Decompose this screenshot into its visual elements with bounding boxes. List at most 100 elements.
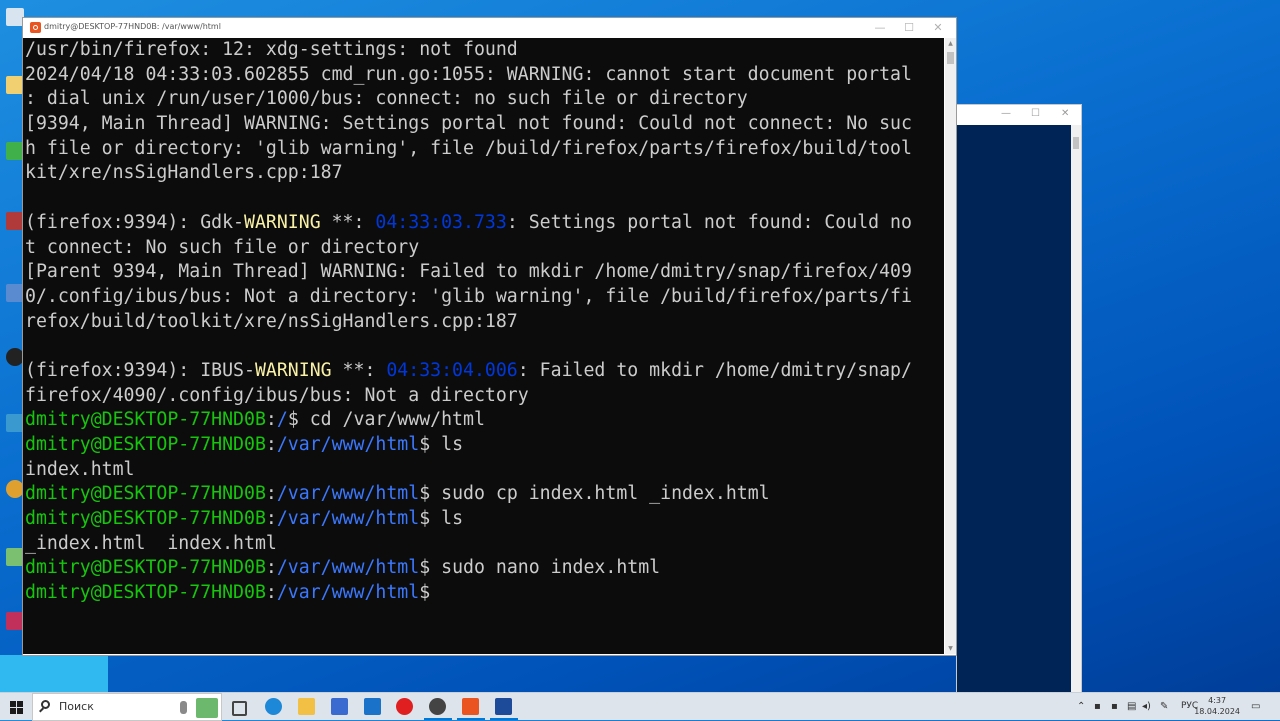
terminal-output[interactable]: /usr/bin/firefox: 12: xdg-settings: not … — [23, 38, 944, 654]
terminal-text-segment: WARNING — [244, 211, 321, 233]
terminal-line: dmitry@DESKTOP-77HND0B:/var/www/html$ su… — [23, 556, 912, 581]
yandex-icon[interactable] — [396, 698, 413, 715]
terminal-line: dmitry@DESKTOP-77HND0B:/var/www/html$ su… — [23, 482, 912, 507]
ubuntu-icon — [30, 22, 41, 33]
network-icon[interactable]: ▤ — [1127, 701, 1136, 712]
store-icon[interactable] — [331, 698, 348, 715]
terminal-text-segment: h file or directory: 'glib warning', fil… — [25, 137, 912, 159]
scroll-down-icon[interactable]: ▼ — [945, 643, 956, 654]
terminal-line: /usr/bin/firefox: 12: xdg-settings: not … — [23, 38, 912, 63]
terminal-text-segment: dmitry@DESKTOP-77HND0B — [25, 582, 266, 604]
maximize-button[interactable]: ☐ — [895, 20, 923, 36]
edge-icon[interactable] — [265, 698, 282, 715]
cortana-icon[interactable] — [196, 698, 218, 718]
terminal-line: (firefox:9394): IBUS-WARNING **: 04:33:0… — [23, 359, 912, 384]
terminal-line: index.html — [23, 458, 912, 483]
terminal-line: h file or directory: 'glib warning', fil… — [23, 137, 912, 162]
terminal-text-segment: kit/xre/nsSigHandlers.cpp:187 — [25, 162, 343, 184]
terminal-text-segment: WARNING — [254, 359, 332, 381]
terminal-text-segment: **: — [331, 359, 387, 381]
search-placeholder: Поиск — [59, 700, 94, 713]
terminal-text-segment: 2024/04/18 04:33:03.602855 cmd_run.go:10… — [25, 63, 912, 85]
background-window-titlebar[interactable]: — ☐ ✕ — [957, 105, 1081, 125]
tray-chevron-icon[interactable]: ⌃ — [1077, 701, 1085, 712]
volume-icon[interactable]: ◂) — [1142, 701, 1151, 712]
terminal-text-segment: / — [276, 409, 288, 431]
terminal-text-segment: dmitry@DESKTOP-77HND0B — [25, 508, 266, 530]
terminal-line: firefox/4090/.config/ibus/bus: Not a dir… — [23, 384, 912, 409]
taskbar: Поиск ⌃ ▪ ▪ ▤ ◂) ✎ РУС 4:37 18.04.2024 ▭ — [0, 692, 1280, 721]
terminal-text-segment: 04:33:04.006 — [386, 359, 518, 381]
ubuntu-taskbar-icon[interactable] — [462, 698, 479, 715]
notifications-icon[interactable]: ▭ — [1251, 701, 1260, 712]
terminal-text-segment: (firefox:9394): Gdk- — [25, 211, 244, 233]
terminal-text-segment: dmitry@DESKTOP-77HND0B — [25, 483, 266, 505]
terminal-line: dmitry@DESKTOP-77HND0B:/$ cd /var/www/ht… — [23, 408, 912, 433]
terminal-text-segment: : — [265, 557, 277, 579]
chrome-icon[interactable] — [429, 698, 446, 715]
terminal-line: dmitry@DESKTOP-77HND0B:/var/www/html$ — [23, 581, 912, 606]
terminal-line: refox/build/toolkit/xre/nsSigHandlers.cp… — [23, 310, 912, 335]
terminal-text-segment: _index.html index.html — [25, 532, 277, 554]
terminal-line: [Parent 9394, Main Thread] WARNING: Fail… — [23, 260, 912, 285]
terminal-line: dmitry@DESKTOP-77HND0B:/var/www/html$ ls — [23, 507, 912, 532]
terminal-line: kit/xre/nsSigHandlers.cpp:187 — [23, 161, 912, 186]
terminal-text-segment: /var/www/html — [276, 483, 420, 505]
microphone-icon[interactable] — [180, 701, 187, 714]
background-window-scrollbar[interactable] — [1071, 125, 1081, 693]
window-title: dmitry@DESKTOP-77HND0B: /var/www/html — [44, 22, 221, 31]
terminal-text-segment: : Settings portal not found: Could no — [506, 211, 912, 233]
terminal-window[interactable]: dmitry@DESKTOP-77HND0B: /var/www/html — … — [22, 17, 957, 656]
terminal-text-segment: t connect: No such file or directory — [25, 236, 420, 258]
terminal-lines: /usr/bin/firefox: 12: xdg-settings: not … — [23, 38, 912, 606]
terminal-titlebar[interactable]: dmitry@DESKTOP-77HND0B: /var/www/html — … — [23, 18, 956, 38]
terminal-text-segment: index.html — [25, 458, 135, 480]
terminal-text-segment: : dial unix /run/user/1000/bus: connect:… — [25, 88, 748, 110]
terminal-text-segment: : — [265, 483, 277, 505]
terminal-text-segment: 04:33:03.733 — [375, 211, 507, 233]
terminal-line: [9394, Main Thread] WARNING: Settings po… — [23, 112, 912, 137]
terminal-text-segment: **: — [320, 211, 376, 233]
terminal-text-segment: : — [265, 409, 277, 431]
close-icon[interactable]: ✕ — [1061, 108, 1069, 119]
minimize-icon[interactable]: — — [1001, 108, 1011, 119]
terminal-text-segment: : — [265, 508, 277, 530]
terminal-text-segment: [9394, Main Thread] WARNING: Settings po… — [25, 113, 912, 135]
clock-date: 18.04.2024 — [1194, 707, 1240, 716]
terminal-line: 2024/04/18 04:33:03.602855 cmd_run.go:10… — [23, 63, 912, 88]
terminal-text-segment: $ sudo cp index.html _index.html — [419, 483, 770, 505]
tray-app-icon[interactable]: ▪ — [1094, 701, 1101, 712]
desktop-panel — [0, 655, 108, 692]
terminal-line: _index.html index.html — [23, 532, 912, 557]
scroll-up-icon[interactable]: ▲ — [945, 38, 956, 49]
tray-app-icon[interactable]: ▪ — [1111, 701, 1118, 712]
terminal-text-segment: dmitry@DESKTOP-77HND0B — [25, 409, 266, 431]
terminal-text-segment: refox/build/toolkit/xre/nsSigHandlers.cp… — [25, 310, 518, 332]
file-explorer-icon[interactable] — [298, 698, 315, 715]
terminal-text-segment: (firefox:9394): IBUS- — [25, 359, 255, 381]
mail-icon[interactable] — [364, 698, 381, 715]
terminal-scrollbar[interactable]: ▲ ▼ — [945, 38, 956, 654]
terminal-text-segment: 0/.config/ibus/bus: Not a directory: 'gl… — [25, 285, 912, 307]
start-button[interactable] — [0, 693, 32, 721]
task-view-icon[interactable] — [232, 701, 247, 716]
terminal-line: 0/.config/ibus/bus: Not a directory: 'gl… — [23, 285, 912, 310]
terminal-text-segment: /var/www/html — [276, 434, 420, 455]
pen-icon[interactable]: ✎ — [1160, 701, 1168, 712]
terminal-line: dmitry@DESKTOP-77HND0B:/var/www/html$ ls — [23, 433, 912, 458]
terminal-text-segment: firefox/4090/.config/ibus/bus: Not a dir… — [25, 384, 529, 406]
terminal-text-segment: /var/www/html — [276, 508, 420, 530]
terminal-text-segment: /var/www/html — [276, 557, 420, 579]
terminal-text-segment: $ sudo nano index.html — [419, 557, 661, 579]
minimize-button[interactable]: — — [866, 20, 894, 36]
search-box[interactable]: Поиск — [32, 693, 222, 721]
terminal-text-segment: $ cd /var/www/html — [287, 409, 485, 431]
maximize-icon[interactable]: ☐ — [1031, 108, 1040, 119]
terminal-text-segment: : Failed to mkdir /home/dmitry/snap/ — [517, 359, 912, 381]
powershell-icon[interactable] — [495, 698, 512, 715]
background-window[interactable]: — ☐ ✕ — [956, 104, 1082, 694]
close-button[interactable]: ✕ — [924, 20, 952, 36]
terminal-text-segment: : — [265, 582, 277, 604]
clock[interactable]: 4:37 18.04.2024 — [1194, 695, 1240, 717]
scroll-thumb[interactable] — [947, 52, 954, 64]
